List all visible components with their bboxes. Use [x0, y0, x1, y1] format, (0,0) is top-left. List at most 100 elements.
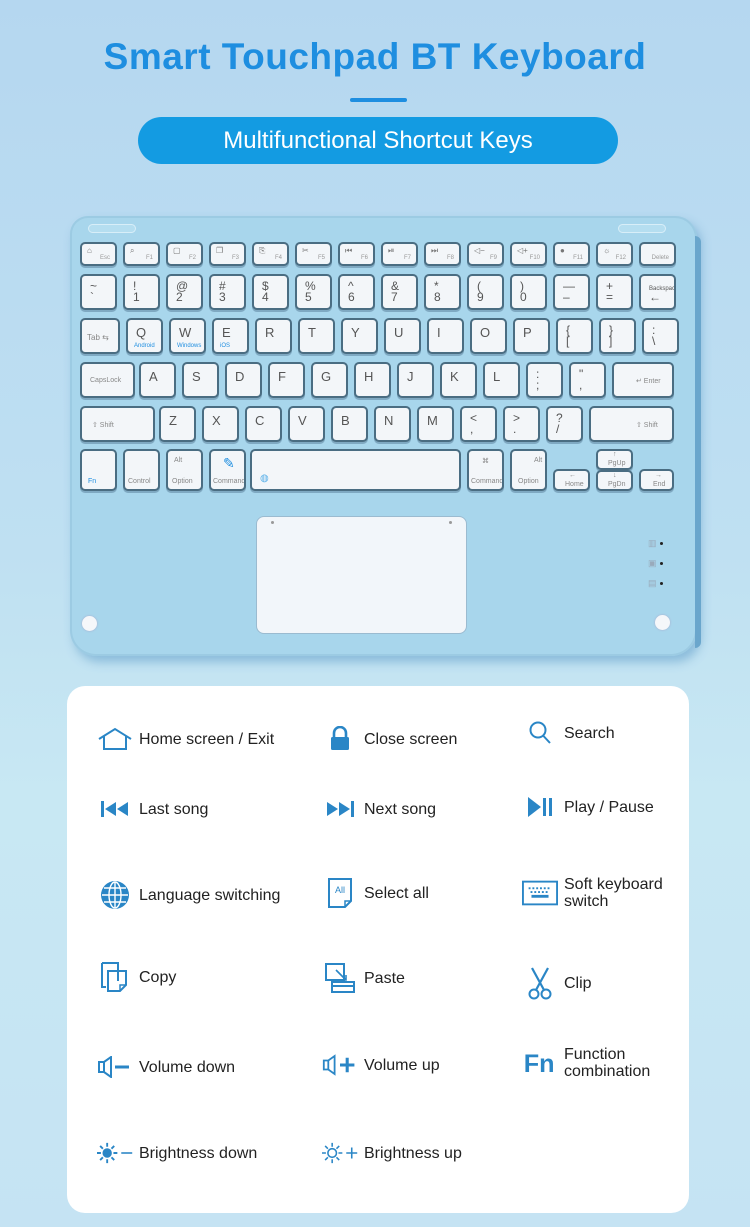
key-home-8[interactable]: K [440, 362, 477, 398]
key-number-3[interactable]: #3 [209, 274, 246, 310]
key-number-7[interactable]: & 7 [381, 274, 418, 310]
key-shift-3[interactable]: C [245, 406, 282, 442]
key-letter: P [523, 325, 532, 340]
shortcut-label: Paste [364, 969, 405, 987]
key-qwerty-0[interactable]: Tab ⇆ [80, 318, 120, 354]
shortcut-label: Home screen / Exit [139, 730, 275, 748]
key-number-13[interactable]: Backspace ← [639, 274, 676, 310]
key-arrow-up[interactable]: ↑ PgUp [596, 449, 633, 470]
key-fn-9[interactable]: ◁− F9 [467, 242, 504, 266]
key-fn-4[interactable]: ⎘ F4 [252, 242, 289, 266]
key-fn-1[interactable]: ⌕ F1 [123, 242, 160, 266]
key-alt-label: Alt [534, 457, 543, 464]
key-fn-5[interactable]: ✂ F5 [295, 242, 332, 266]
key-qwerty-3[interactable]: EiOS [212, 318, 249, 354]
key-shift-0[interactable]: ⇧ Shift [80, 406, 155, 442]
key-fn-13[interactable]: Delete [639, 242, 676, 266]
key-qwerty-2[interactable]: W Windows [169, 318, 206, 354]
key-fn-label: F10 [529, 255, 540, 261]
key-fn-7[interactable]: ⏯ F7 [381, 242, 418, 266]
key-control[interactable]: Control [123, 449, 160, 491]
key-home-10[interactable]: :; [526, 362, 563, 398]
key-qwerty-5[interactable]: T [298, 318, 335, 354]
key-fn-0[interactable]: ⌂ Esc [80, 242, 117, 266]
key-number-2[interactable]: @2 [166, 274, 203, 310]
keyboard-icon [522, 876, 558, 910]
key-qwerty-11[interactable]: {[ [556, 318, 593, 354]
key-number-1[interactable]: ! 1 [123, 274, 160, 310]
key-qwerty-9[interactable]: O [470, 318, 507, 354]
key-shift-9[interactable]: >. [503, 406, 540, 442]
key-number-12[interactable]: + = [596, 274, 633, 310]
key-home-7[interactable]: J [397, 362, 434, 398]
key-shift-6[interactable]: N [374, 406, 411, 442]
key-fn-12[interactable]: ☼ F12 [596, 242, 633, 266]
key-shift-8[interactable]: <, [460, 406, 497, 442]
key-number-5[interactable]: % 5 [295, 274, 332, 310]
key-home-4[interactable]: F [268, 362, 305, 398]
key-fn-8[interactable]: ⏭ F8 [424, 242, 461, 266]
key-home-6[interactable]: H [354, 362, 391, 398]
key-shift-2[interactable]: X [202, 406, 239, 442]
key-qwerty-12[interactable]: }] [599, 318, 636, 354]
key-qwerty-1[interactable]: Q Android [126, 318, 163, 354]
key-qwerty-6[interactable]: Y [341, 318, 378, 354]
key-number-8[interactable]: * 8 [424, 274, 461, 310]
key-shift-4[interactable]: V [288, 406, 325, 442]
shortcut-item: All Select all [322, 876, 429, 910]
shortcut-item: Brightness down [97, 1136, 257, 1170]
key-home-11[interactable]: ", [569, 362, 606, 398]
key-qwerty-8[interactable]: I [427, 318, 464, 354]
key-home-2[interactable]: S [182, 362, 219, 398]
key-home-12[interactable]: ↵ Enter [612, 362, 674, 398]
key-space[interactable]: ◍ [250, 449, 461, 491]
key-option-left[interactable]: Alt Option [166, 449, 203, 491]
key-tab-label: Tab ⇆ [87, 333, 109, 342]
key-qwerty-13[interactable]: : \ [642, 318, 679, 354]
key-home-1[interactable]: A [139, 362, 176, 398]
key-number-11[interactable]: — – [553, 274, 590, 310]
key-home-9[interactable]: L [483, 362, 520, 398]
key-fn-10[interactable]: ◁+ F10 [510, 242, 547, 266]
key-number-0[interactable]: ~ ` [80, 274, 117, 310]
key-arrow-left[interactable]: ← Home [553, 469, 590, 491]
key-letter: L [493, 369, 501, 384]
arrow-down-icon: ↓ [613, 472, 617, 479]
key-shift-7[interactable]: M [417, 406, 454, 442]
key-shift-10[interactable]: ? / [546, 406, 583, 442]
play-pause-icon [522, 790, 558, 824]
key-number-10[interactable]: ) 0 [510, 274, 547, 310]
key-qwerty-7[interactable]: U [384, 318, 421, 354]
key-shift-1[interactable]: Z [159, 406, 196, 442]
key-option-label: Option [172, 478, 193, 485]
key-option-right[interactable]: Alt Option [510, 449, 547, 491]
key-home-3[interactable]: D [225, 362, 262, 398]
key-shift-11[interactable]: ⇧ Shift [589, 406, 674, 442]
key-number-6[interactable]: ^ 6 [338, 274, 375, 310]
volume-up-icon [322, 1048, 358, 1082]
key-letter: I [437, 325, 441, 340]
key-arrow-right[interactable]: → End [639, 469, 674, 491]
key-fn-2[interactable]: ▢ F2 [166, 242, 203, 266]
key-fn-11[interactable]: ● F11 [553, 242, 590, 266]
key-number-4[interactable]: $4 [252, 274, 289, 310]
brightness-up-icon: ☼ [603, 246, 611, 255]
key-fn-6[interactable]: ⏮ F6 [338, 242, 375, 266]
key-command-left[interactable]: ✎ Command [209, 449, 246, 491]
key-command-right[interactable]: ⌘ Command [467, 449, 504, 491]
key-qwerty-4[interactable]: R [255, 318, 292, 354]
key-bottom-label: 0 [520, 290, 527, 304]
key-shift-5[interactable]: B [331, 406, 368, 442]
copy-icon [97, 960, 133, 994]
key-letter: J [407, 369, 414, 384]
touchpad[interactable] [256, 516, 467, 634]
shortcut-label: Volume up [364, 1056, 440, 1074]
key-arrow-down[interactable]: ↓ PgDn [596, 470, 633, 491]
key-home-0[interactable]: CapsLock [80, 362, 135, 398]
brightness-up-icon-glyph [322, 1142, 358, 1164]
key-number-9[interactable]: (9 [467, 274, 504, 310]
key-fn-3[interactable]: ❐ F3 [209, 242, 246, 266]
key-qwerty-10[interactable]: P [513, 318, 550, 354]
key-fn[interactable]: Fn [80, 449, 117, 491]
key-home-5[interactable]: G [311, 362, 348, 398]
